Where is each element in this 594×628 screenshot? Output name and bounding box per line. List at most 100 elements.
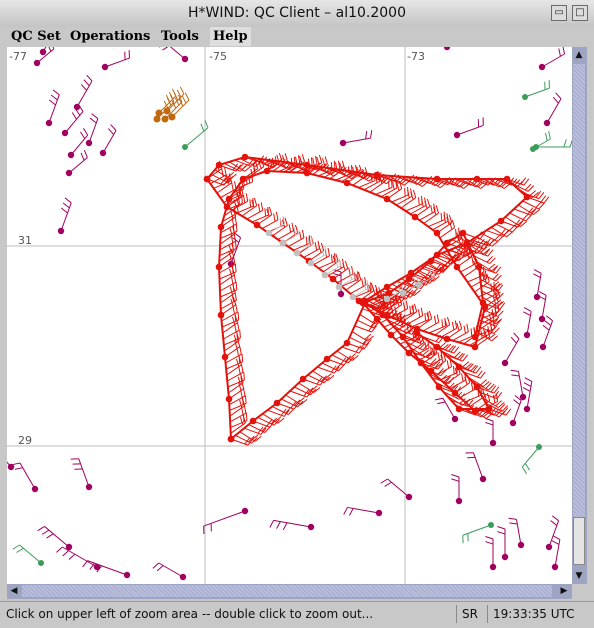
track-barb bbox=[304, 249, 320, 258]
station-barb-flag bbox=[553, 536, 560, 540]
vertical-scroll-track[interactable] bbox=[573, 64, 585, 562]
track-barb-flag bbox=[452, 322, 454, 330]
track-point bbox=[374, 316, 381, 323]
buoy-barb-flag bbox=[201, 124, 204, 131]
track-barb-flag bbox=[222, 169, 224, 177]
track-barb-flag bbox=[410, 306, 411, 314]
track-barb-flag bbox=[236, 304, 238, 312]
buoy-barb-flag bbox=[549, 131, 551, 139]
station-barb-flag bbox=[84, 150, 87, 157]
track-barb-flag bbox=[231, 276, 233, 284]
station-dot bbox=[456, 498, 462, 504]
buoy-barb-flag bbox=[17, 548, 24, 552]
track-point bbox=[304, 162, 311, 169]
station-dot bbox=[490, 440, 496, 446]
station-barb bbox=[388, 479, 409, 497]
station-dot bbox=[32, 486, 38, 492]
horizontal-scrollbar[interactable]: ◀ ▶ bbox=[7, 584, 572, 599]
station-barb-flag bbox=[90, 118, 96, 123]
station-barb-flag bbox=[72, 112, 76, 119]
station-barb-flag bbox=[485, 542, 493, 544]
track-barb-flag bbox=[437, 314, 439, 322]
track-barb-flag bbox=[274, 214, 276, 222]
track-point bbox=[472, 344, 479, 351]
track-barb-flag bbox=[244, 388, 246, 396]
track-barb-flag bbox=[431, 346, 432, 354]
station-barb-flag bbox=[83, 561, 88, 567]
track-barb-flag bbox=[313, 158, 315, 166]
track-barb-flag bbox=[291, 158, 292, 166]
scroll-left-icon[interactable]: ◀ bbox=[7, 584, 21, 598]
station-dot bbox=[68, 152, 74, 158]
track-point bbox=[444, 240, 451, 247]
horizontal-scroll-thumb[interactable] bbox=[22, 585, 552, 597]
scroll-right-icon[interactable]: ▶ bbox=[557, 584, 571, 598]
station-barb-flag bbox=[51, 47, 54, 49]
track-barb bbox=[396, 196, 412, 205]
station-barb bbox=[343, 138, 371, 143]
window-titlebar[interactable]: H*WIND: QC Client – al10.2000 ▭ □ bbox=[0, 0, 594, 28]
station-barb bbox=[505, 339, 519, 363]
track-barb-flag bbox=[352, 266, 354, 274]
wind-map-canvas[interactable]: -77 -75 -73 31 29 bbox=[7, 47, 572, 584]
station-dot bbox=[524, 332, 530, 338]
track-point bbox=[454, 264, 461, 271]
station-barb-flag bbox=[556, 93, 561, 99]
track-point bbox=[434, 230, 441, 237]
station-barb-flag bbox=[277, 522, 281, 529]
station-dot bbox=[490, 564, 496, 570]
station-barb-flag bbox=[157, 566, 163, 571]
station-barb-flag bbox=[525, 378, 532, 382]
buoy-barb bbox=[20, 545, 41, 563]
minimize-icon[interactable]: ▭ bbox=[551, 5, 567, 21]
track-barb-flag bbox=[431, 205, 433, 213]
track-barb-flag bbox=[487, 393, 489, 401]
station-barb-flag bbox=[545, 320, 551, 325]
wind-map[interactable]: -77 -75 -73 31 29 bbox=[7, 47, 572, 584]
vertical-scroll-thumb[interactable] bbox=[573, 517, 585, 565]
track-barb-flag bbox=[306, 236, 307, 244]
menu-help[interactable]: Help bbox=[210, 27, 251, 46]
track-barb-flag bbox=[331, 254, 332, 262]
station-barb-flag bbox=[47, 534, 54, 538]
station-barb-flag bbox=[497, 527, 505, 529]
track-point bbox=[222, 354, 229, 361]
track-point bbox=[250, 418, 257, 425]
track-barb-flag bbox=[246, 193, 248, 201]
station-barb bbox=[105, 58, 129, 67]
scroll-down-icon[interactable]: ▼ bbox=[572, 569, 586, 583]
menu-operations[interactable]: Operations bbox=[67, 27, 153, 46]
track-barb-flag bbox=[455, 320, 457, 328]
track-point bbox=[384, 284, 391, 291]
track-point bbox=[480, 300, 487, 307]
track-barb-flag bbox=[232, 183, 234, 191]
track-barb-flag bbox=[238, 322, 240, 330]
station-barb-flag bbox=[435, 398, 443, 400]
track-point bbox=[460, 230, 467, 237]
station-barb-flag bbox=[42, 530, 49, 534]
track-barb bbox=[355, 326, 372, 332]
track-point bbox=[242, 154, 249, 161]
station-dot bbox=[58, 228, 64, 234]
maximize-icon[interactable]: □ bbox=[572, 5, 588, 21]
track-barb-flag bbox=[338, 161, 340, 169]
station-dot bbox=[242, 508, 248, 514]
track-point bbox=[240, 176, 247, 183]
station-barb-flag bbox=[546, 316, 552, 321]
track-point bbox=[444, 336, 451, 343]
station-dot bbox=[539, 316, 545, 322]
scroll-up-icon[interactable]: ▲ bbox=[572, 48, 586, 62]
station-barb bbox=[204, 511, 245, 526]
recon-track-barbs bbox=[207, 153, 549, 445]
track-barb-flag bbox=[236, 223, 237, 231]
vertical-scrollbar[interactable]: ▲ ▼ bbox=[572, 47, 587, 584]
station-barb-flag bbox=[83, 128, 87, 135]
track-barb-flag bbox=[237, 348, 239, 356]
menu-qc-set[interactable]: QC Set bbox=[8, 27, 64, 46]
track-point bbox=[414, 330, 421, 337]
menu-tools[interactable]: Tools bbox=[158, 27, 202, 46]
station-barb bbox=[166, 47, 185, 59]
track-barb bbox=[342, 347, 359, 353]
ship-dot bbox=[162, 116, 169, 123]
track-point bbox=[386, 290, 393, 297]
